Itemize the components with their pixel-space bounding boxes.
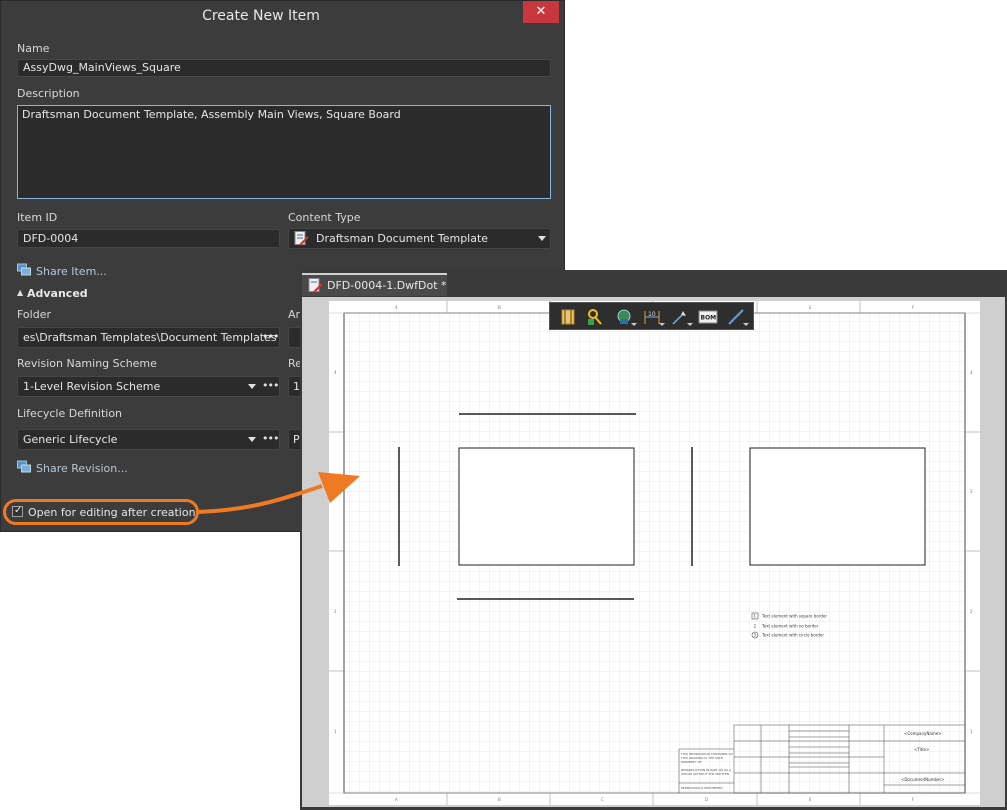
sheet-drawing: 4BCDEF ABCDEF 4321 4321 1 Text element w [329, 301, 980, 805]
svg-text:F: F [912, 305, 915, 310]
advanced-toggle[interactable]: ▲ Advanced [17, 287, 97, 301]
dropdown-icon [659, 323, 665, 326]
dimension-icon[interactable]: 10 [642, 307, 665, 327]
side-view-rect[interactable] [749, 447, 926, 566]
svg-text:1: 1 [334, 729, 337, 734]
document-tab-title: DFD-0004-1.DwfDot * [327, 279, 447, 292]
dropdown-icon [631, 323, 637, 326]
drawing-toolbar: 10 BOM [549, 302, 754, 330]
content-type-select[interactable]: Draftsman Document Template [288, 228, 551, 249]
svg-text:WHOLE WITHOUT THE WRITTEN: WHOLE WITHOUT THE WRITTEN [681, 772, 729, 776]
folder-select[interactable]: es\Draftsman Templates\Document Template… [17, 327, 280, 348]
folder-browse-button[interactable]: ••• [262, 328, 279, 347]
dialog-titlebar: Create New Item ✕ [1, 1, 564, 33]
svg-text:C: C [601, 797, 604, 802]
open-for-editing-label: Open for editing after creation [28, 506, 196, 519]
svg-text:2: 2 [970, 609, 973, 614]
draftsman-document-icon [308, 278, 323, 293]
svg-text:4: 4 [395, 305, 398, 310]
svg-text:F: F [912, 797, 915, 802]
revision-scheme-label: Revision Naming Scheme [17, 357, 157, 370]
title-block-title: <Title> [914, 747, 929, 752]
lifecycle-value: Generic Lifecycle [23, 433, 118, 446]
svg-text:PROPERTY OF: PROPERTY OF [681, 760, 702, 764]
share-icon [17, 460, 31, 473]
board-view-icon[interactable] [614, 307, 637, 327]
close-icon: ✕ [535, 4, 547, 19]
name-label: Name [17, 42, 50, 55]
right-column-label-1: Ar [288, 308, 301, 321]
item-id-input[interactable]: DFD-0004 [17, 229, 280, 248]
chevron-down-icon [538, 236, 546, 241]
dialog-title: Create New Item [202, 8, 320, 24]
revision-scheme-select[interactable]: 1-Level Revision Scheme ••• [17, 376, 280, 397]
content-type-value: Draftsman Document Template [316, 232, 489, 245]
legend-text-2: Text element with no border [761, 624, 819, 629]
drawing-canvas[interactable]: 4BCDEF ABCDEF 4321 4321 1 Text element w [302, 297, 1005, 807]
folder-label: Folder [17, 308, 51, 321]
draftsman-template-icon [294, 231, 309, 246]
lifecycle-label: Lifecycle Definition [17, 407, 123, 420]
dropdown-icon [687, 323, 693, 326]
svg-text:PERMISSION IS PROHIBITED: PERMISSION IS PROHIBITED [681, 786, 723, 790]
svg-text:E: E [809, 305, 812, 310]
svg-text:4: 4 [334, 370, 337, 375]
svg-text:B: B [498, 305, 501, 310]
component-icon[interactable] [558, 307, 578, 327]
svg-text:B: B [498, 797, 501, 802]
svg-text:A: A [395, 797, 398, 802]
revision-scheme-value: 1-Level Revision Scheme [23, 380, 161, 393]
share-item-label: Share Item... [36, 265, 107, 278]
drawing-sheet[interactable]: 4BCDEF ABCDEF 4321 4321 1 Text element w [329, 301, 980, 805]
bom-icon[interactable]: BOM [698, 307, 718, 327]
chevron-down-icon [248, 384, 256, 389]
share-item-link[interactable]: Share Item... [17, 263, 107, 279]
lifecycle-select[interactable]: Generic Lifecycle ••• [17, 429, 280, 450]
share-revision-label: Share Revision... [36, 462, 128, 475]
legend-text-3: Text element with circle border [761, 633, 824, 638]
revision-scheme-browse-button[interactable]: ••• [262, 377, 279, 396]
svg-text:E: E [809, 797, 812, 802]
share-revision-link[interactable]: Share Revision... [17, 460, 128, 476]
bom-label: BOM [701, 315, 717, 322]
chevron-down-icon [248, 437, 256, 442]
content-type-label: Content Type [288, 211, 361, 224]
advanced-label: Advanced [27, 287, 88, 300]
lifecycle-browse-button[interactable]: ••• [262, 430, 279, 449]
legend-text-1: Text element with square border [761, 614, 827, 619]
document-window: DFD-0004-1.DwfDot * 4 B E F A B C D E F … [300, 270, 1007, 810]
folder-value: es\Draftsman Templates\Document Template… [23, 331, 277, 344]
description-label: Description [17, 87, 80, 100]
line-icon[interactable] [726, 307, 749, 327]
note-icon[interactable] [670, 307, 693, 327]
svg-text:3: 3 [970, 489, 973, 494]
document-tab[interactable]: DFD-0004-1.DwfDot * [302, 273, 447, 296]
key-icon[interactable] [586, 307, 606, 327]
description-textarea[interactable]: Draftsman Document Template, Assembly Ma… [17, 105, 551, 199]
dropdown-icon [743, 323, 749, 326]
svg-text:2: 2 [334, 609, 337, 614]
svg-text:10: 10 [648, 311, 656, 318]
main-view-rect[interactable] [458, 447, 635, 566]
svg-text:3: 3 [334, 489, 337, 494]
collapse-icon: ▲ [17, 288, 24, 297]
open-for-editing-option[interactable]: ✓ Open for editing after creation [3, 499, 199, 525]
item-id-label: Item ID [17, 211, 58, 224]
open-for-editing-checkbox[interactable]: ✓ [12, 505, 23, 517]
svg-text:4: 4 [970, 370, 973, 375]
title-block-docnumber: <DocumentNumber> [901, 777, 945, 782]
name-input[interactable]: AssyDwg_MainViews_Square [17, 59, 551, 77]
svg-text:D: D [705, 797, 708, 802]
title-block-company: <CompanyName> [904, 731, 942, 736]
svg-text:1: 1 [970, 729, 973, 734]
close-button[interactable]: ✕ [523, 1, 559, 23]
checkmark-icon: ✓ [14, 505, 23, 516]
share-icon [17, 263, 31, 276]
